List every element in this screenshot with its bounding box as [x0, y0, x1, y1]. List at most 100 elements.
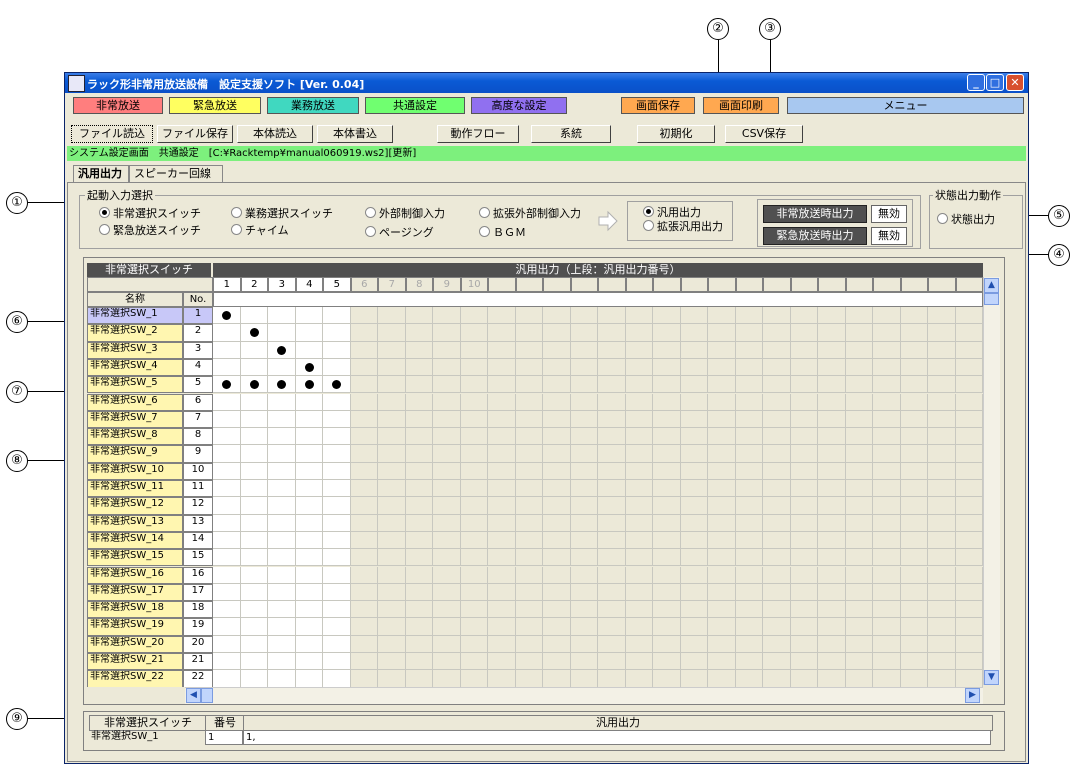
grid-cell[interactable] [295, 514, 323, 532]
grid-cell[interactable] [213, 341, 241, 359]
grid-cell[interactable] [213, 497, 241, 515]
urgent-output-value[interactable]: 無効 [871, 227, 907, 245]
grid-cell[interactable] [240, 445, 268, 463]
grid-cell[interactable] [240, 462, 268, 480]
maximize-button[interactable]: □ [986, 74, 1004, 91]
grid-cell[interactable] [323, 341, 351, 359]
grid-cell[interactable] [295, 583, 323, 602]
row-name-cell[interactable]: 非常選択SW_1 [87, 307, 183, 325]
grid-cell[interactable] [213, 358, 241, 377]
row-name-cell[interactable]: 非常選択SW_20 [87, 635, 183, 653]
grid-cell[interactable] [295, 549, 323, 567]
radio-urgent-switch[interactable]: 緊急放送スイッチ [99, 222, 201, 238]
grid-cell[interactable] [213, 393, 241, 411]
grid-cell[interactable] [295, 497, 323, 515]
scroll-thumb[interactable] [984, 293, 999, 305]
grid-cell[interactable] [213, 428, 241, 446]
grid-cell[interactable] [295, 618, 323, 636]
grid-cell[interactable] [323, 566, 351, 584]
file-save-button[interactable]: ファイル保存 [157, 125, 233, 143]
grid-cell[interactable] [323, 618, 351, 636]
tab-gyoumu-housou[interactable]: 業務放送 [267, 97, 359, 114]
row-name-cell[interactable]: 非常選択SW_12 [87, 497, 183, 515]
grid-cell[interactable] [323, 635, 351, 653]
grid-cell[interactable] [323, 531, 351, 550]
grid-cell[interactable] [268, 601, 296, 619]
tab-koudo-settei[interactable]: 高度な設定 [471, 97, 567, 114]
grid-cell[interactable] [240, 670, 268, 687]
grid-cell[interactable] [213, 601, 241, 619]
grid-cell[interactable] [323, 497, 351, 515]
grid-cell[interactable] [323, 670, 351, 687]
csv-save-button[interactable]: CSV保存 [725, 125, 803, 143]
emergency-output-button[interactable]: 非常放送時出力 [763, 205, 867, 223]
grid-cell[interactable] [240, 618, 268, 636]
grid-cell[interactable] [213, 653, 241, 671]
grid-cell[interactable] [240, 480, 268, 498]
grid-cell[interactable] [213, 531, 241, 550]
screen-save-button[interactable]: 画面保存 [621, 97, 695, 114]
grid-cell[interactable] [295, 601, 323, 619]
grid-cell[interactable] [295, 566, 323, 584]
grid-cell[interactable] [268, 583, 296, 602]
grid-cell[interactable] [213, 583, 241, 602]
grid-cell[interactable] [323, 307, 351, 325]
grid-cell[interactable] [213, 445, 241, 463]
grid-cell[interactable] [240, 341, 268, 359]
grid-cell[interactable] [240, 549, 268, 567]
grid-cell[interactable] [240, 531, 268, 550]
grid-cell[interactable] [268, 497, 296, 515]
horizontal-scrollbar[interactable] [185, 687, 983, 704]
grid-cell[interactable] [240, 497, 268, 515]
urgent-output-button[interactable]: 緊急放送時出力 [763, 227, 867, 245]
grid-cell[interactable] [323, 549, 351, 567]
grid-cell[interactable] [323, 358, 351, 377]
grid-cell[interactable] [295, 635, 323, 653]
row-name-cell[interactable]: 非常選択SW_4 [87, 358, 183, 377]
grid-cell[interactable] [240, 653, 268, 671]
grid-cell[interactable] [268, 653, 296, 671]
row-name-cell[interactable]: 非常選択SW_7 [87, 410, 183, 429]
grid-cell[interactable] [268, 410, 296, 429]
grid-cell[interactable] [323, 653, 351, 671]
scroll-right-icon[interactable]: ▶ [965, 688, 980, 703]
radio-emergency-select-switch[interactable]: 非常選択スイッチ [99, 205, 201, 221]
grid-cell[interactable] [268, 480, 296, 498]
row-name-cell[interactable]: 非常選択SW_14 [87, 531, 183, 550]
radio-ext-external-control[interactable]: 拡張外部制御入力 [479, 205, 581, 221]
tab-speaker-line[interactable]: スピーカー回線 [129, 165, 223, 182]
grid-cell[interactable] [295, 307, 323, 325]
tab-general-output[interactable]: 汎用出力 [73, 165, 129, 183]
row-name-cell[interactable]: 非常選択SW_13 [87, 514, 183, 532]
grid-cell[interactable] [240, 358, 268, 377]
emergency-output-value[interactable]: 無効 [871, 205, 907, 223]
scroll-up-icon[interactable]: ▲ [984, 278, 999, 293]
row-name-cell[interactable]: 非常選択SW_16 [87, 566, 183, 584]
grid-cell[interactable] [295, 480, 323, 498]
grid-cell[interactable] [213, 514, 241, 532]
grid-cell[interactable] [295, 653, 323, 671]
close-button[interactable]: ✕ [1006, 74, 1024, 91]
grid-cell[interactable] [323, 480, 351, 498]
row-name-cell[interactable]: 非常選択SW_22 [87, 670, 183, 687]
grid-cell[interactable] [213, 566, 241, 584]
grid-cell[interactable] [240, 635, 268, 653]
grid-cell[interactable] [323, 393, 351, 411]
tab-kyoutsu-settei[interactable]: 共通設定 [365, 97, 465, 114]
system-button[interactable]: 系統 [531, 125, 611, 143]
grid-cell[interactable] [323, 428, 351, 446]
grid-cell[interactable] [240, 428, 268, 446]
grid-cell[interactable] [268, 566, 296, 584]
grid-cell[interactable] [268, 428, 296, 446]
menu-button[interactable]: メニュー [787, 97, 1024, 114]
grid-cell[interactable] [240, 601, 268, 619]
screen-print-button[interactable]: 画面印刷 [703, 97, 779, 114]
row-name-cell[interactable]: 非常選択SW_15 [87, 549, 183, 567]
summary-number-value[interactable]: 1 [205, 730, 243, 745]
grid-cell[interactable] [323, 324, 351, 342]
grid-cell[interactable] [268, 324, 296, 342]
row-name-cell[interactable]: 非常選択SW_18 [87, 601, 183, 619]
grid-cell[interactable] [240, 410, 268, 429]
radio-bgm[interactable]: ＢＧＭ [479, 224, 526, 240]
grid-cell[interactable] [213, 410, 241, 429]
